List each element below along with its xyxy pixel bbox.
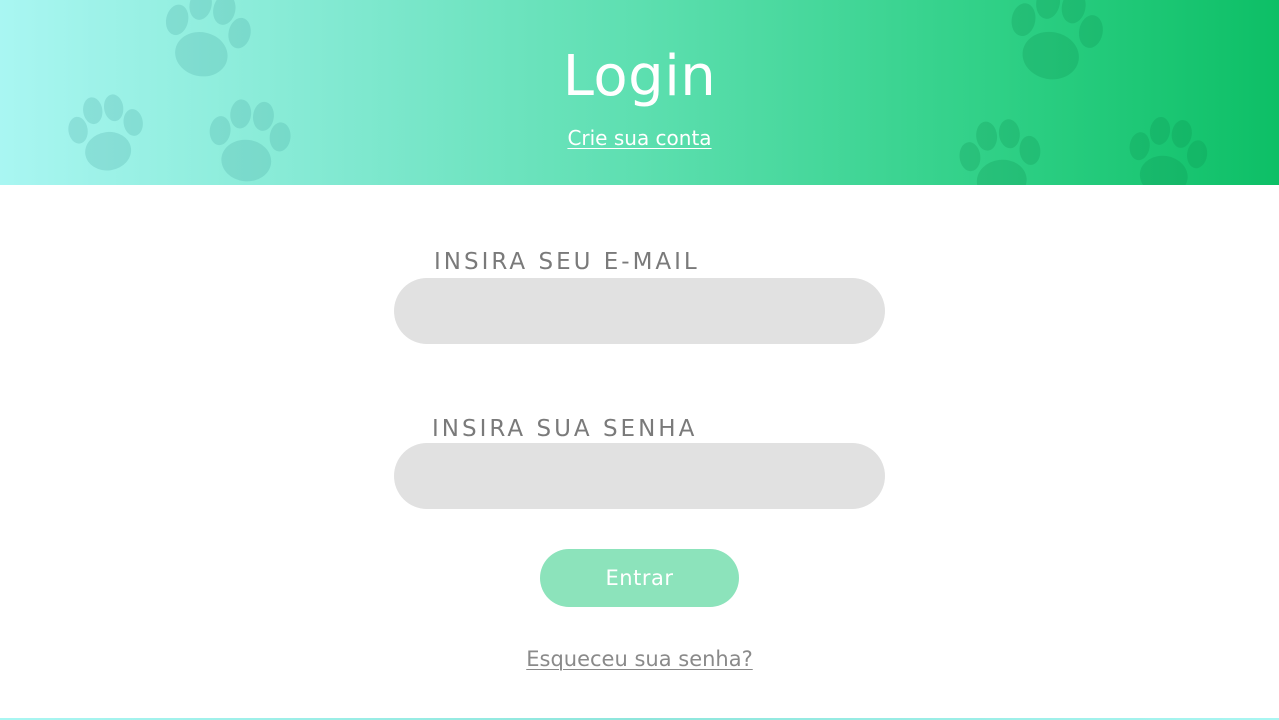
enter-button[interactable]: Entrar	[540, 549, 739, 607]
forgot-password-link[interactable]: Esqueceu sua senha?	[526, 647, 753, 671]
email-field[interactable]	[394, 278, 885, 344]
create-account-row: Crie sua conta	[0, 124, 1279, 152]
page-title: Login	[562, 44, 717, 109]
forgot-password-row: Esqueceu sua senha?	[0, 644, 1279, 674]
password-label: INSIRA SUA SENHA	[432, 416, 698, 442]
login-page: Login Crie sua conta INSIRA SEU E-MAIL I…	[0, 0, 1279, 720]
create-account-link[interactable]: Crie sua conta	[567, 126, 711, 150]
password-field[interactable]	[394, 443, 885, 509]
email-label: INSIRA SEU E-MAIL	[434, 249, 700, 275]
header-banner: Login Crie sua conta	[0, 0, 1279, 185]
